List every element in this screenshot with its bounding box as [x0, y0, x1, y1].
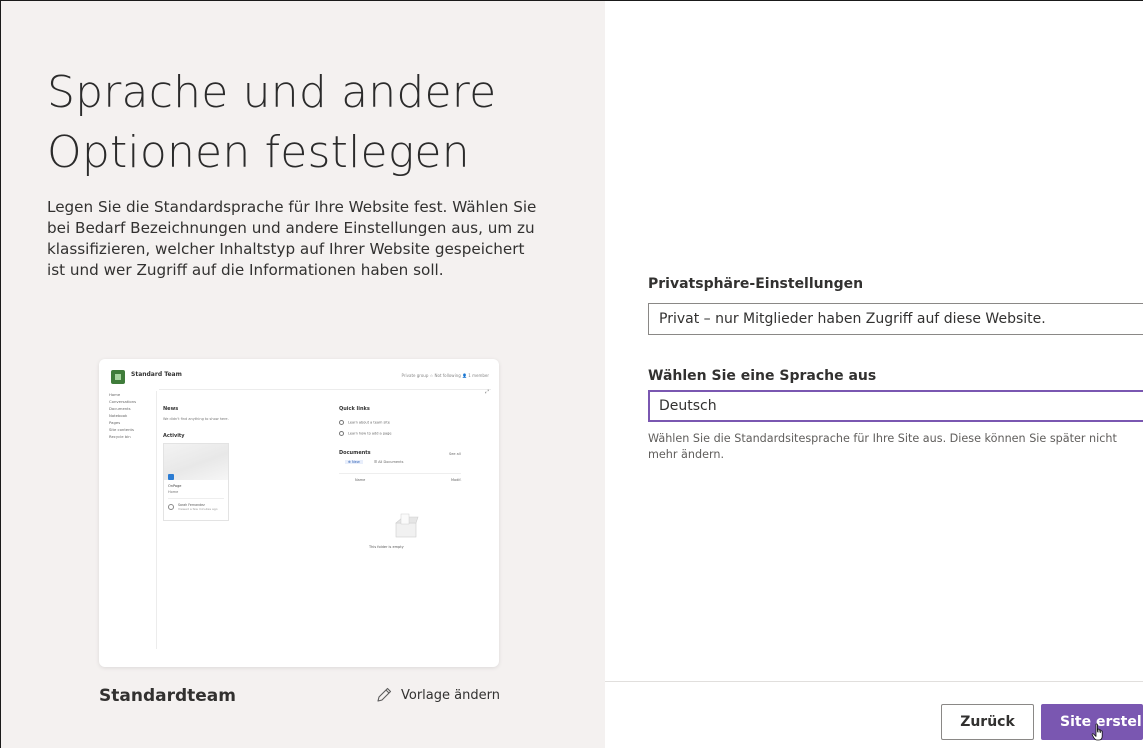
preview-quick-links-title: Quick links	[339, 406, 370, 412]
preview-activity-title: Activity	[163, 433, 185, 439]
preview-avatar-icon	[168, 504, 174, 510]
link-icon	[339, 431, 344, 436]
footer-divider	[605, 681, 1143, 682]
preview-header-meta: Private group ☆ Not following 👤 1 member	[401, 373, 489, 378]
preview-col-name: Name	[355, 478, 366, 482]
page-title: Sprache und andere Optionen festlegen	[47, 67, 497, 178]
back-button[interactable]: Zurück	[941, 704, 1034, 740]
preview-new-button: ⊕ New	[345, 460, 363, 464]
preview-documents-title: Documents	[339, 450, 371, 456]
preview-doc-toolbar: ⊕ New ☰ All Documents	[345, 460, 403, 464]
preview-quick-link: Learn about a team site	[339, 420, 390, 425]
template-name: Standardteam	[99, 686, 236, 706]
preview-nav-item: Documents	[109, 406, 131, 411]
preview-card-divider	[168, 498, 224, 499]
preview-nav-separator	[156, 391, 157, 649]
template-info-panel: Sprache und andere Optionen festlegen Le…	[1, 1, 605, 748]
settings-panel: Privatsphäre-Einstellungen Privat – nur …	[605, 1, 1143, 748]
preview-empty-text: This folder is empty	[369, 545, 404, 549]
preview-nav-item: Recycle bin	[109, 434, 131, 439]
preview-header: Standard Team Private group ☆ Not follow…	[107, 367, 491, 389]
template-preview: Standard Team Private group ☆ Not follow…	[99, 359, 499, 667]
preview-col-modified: Modif.	[451, 478, 462, 482]
preview-activity-card: OnPage Home Sarah Fernandez Viewed a few…	[163, 443, 229, 521]
preview-site-logo	[111, 370, 125, 384]
preview-site-name: Standard Team	[131, 371, 182, 378]
preview-doc-header-line	[339, 473, 461, 474]
empty-folder-icon	[395, 513, 419, 538]
preview-nav: Home Conversations Documents Notebook Pa…	[109, 391, 155, 440]
change-template-button[interactable]: Vorlage ändern	[375, 683, 500, 707]
preview-nav-item: Conversations	[109, 399, 137, 404]
preview-card-title: OnPage	[168, 484, 182, 488]
preview-nav-item: Site contents	[109, 427, 135, 432]
preview-expand-icon: ⤢	[484, 389, 489, 395]
privacy-settings-label: Privatsphäre-Einstellungen	[648, 276, 864, 292]
preview-news-sub: We didn't find anything to show here.	[163, 417, 229, 421]
preview-news-title: News	[163, 406, 179, 412]
language-label: Wählen Sie eine Sprache aus	[648, 368, 877, 384]
preview-nav-item: Pages	[109, 420, 121, 425]
page-description: Legen Sie die Standardsprache für Ihre W…	[47, 198, 537, 279]
link-icon	[339, 420, 344, 425]
preview-card-sub: Home	[168, 490, 179, 494]
pencil-icon	[377, 687, 392, 702]
preview-nav-item: Notebook	[109, 413, 128, 418]
preview-doc-icon	[168, 474, 174, 480]
preview-see-all: See all	[449, 452, 461, 456]
language-help-text: Wählen Sie die Standardsitesprache für I…	[648, 432, 1117, 461]
preview-nav-item: Home	[109, 392, 121, 397]
change-template-label: Vorlage ändern	[401, 687, 500, 703]
preview-view-selector: ☰ All Documents	[373, 460, 404, 464]
preview-divider	[159, 389, 491, 390]
preview-card-author-sub: Viewed a few minutes ago	[178, 507, 218, 511]
hand-cursor-icon	[1091, 723, 1103, 741]
language-dropdown[interactable]: Deutsch	[648, 390, 1143, 422]
preview-quick-link: Learn how to add a page	[339, 431, 392, 436]
privacy-settings-dropdown[interactable]: Privat – nur Mitglieder haben Zugriff au…	[648, 303, 1143, 335]
